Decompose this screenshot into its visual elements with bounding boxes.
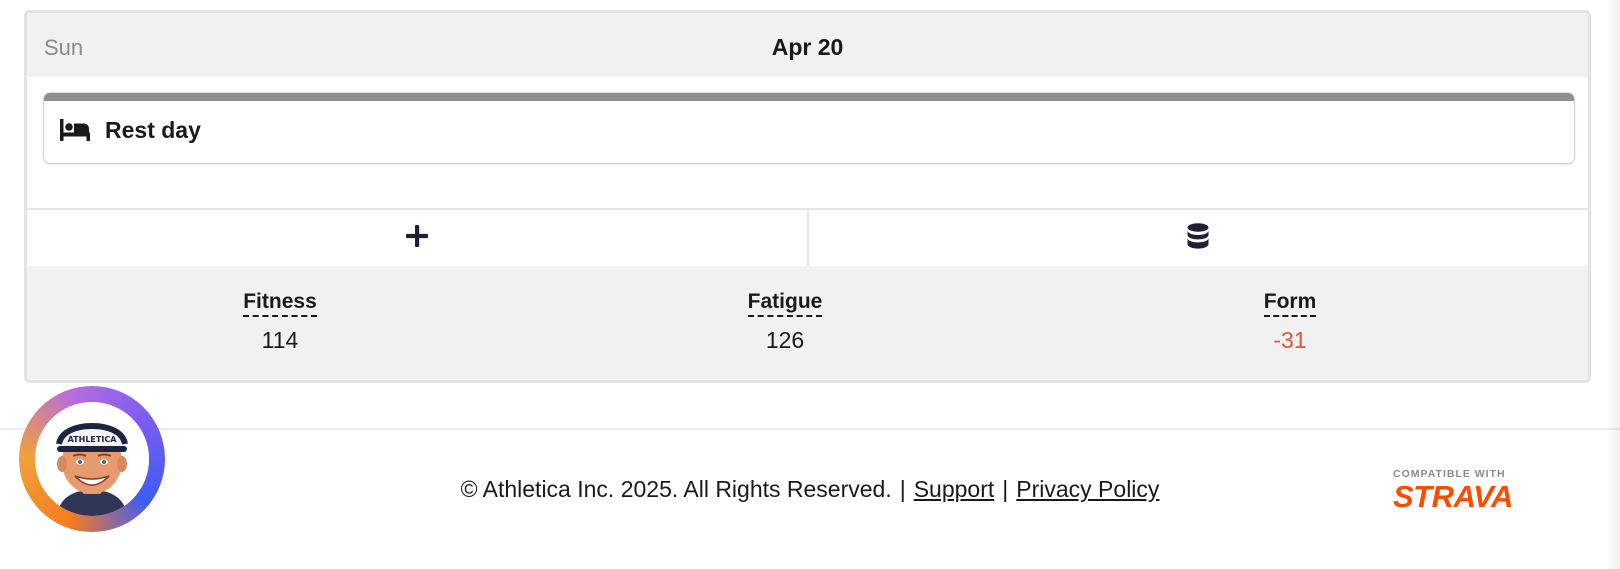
workouts-area: Rest day [27, 77, 1588, 208]
day-card: Sun Apr 20 Rest day Fitness 114 Fatigue … [24, 10, 1591, 383]
day-date: Apr 20 [771, 34, 844, 60]
copyright-text: © Athletica Inc. 2025. All Rights Reserv… [460, 476, 892, 502]
privacy-policy-link[interactable]: Privacy Policy [1016, 476, 1159, 502]
page: Sun Apr 20 Rest day Fitness 114 Fatigue … [0, 0, 1620, 569]
strava-compatible-badge: COMPATIBLE WITH STRAVA [1393, 468, 1521, 518]
rest-day-label: Rest day [105, 117, 201, 143]
footer: © Athletica Inc. 2025. All Rights Reserv… [0, 428, 1620, 569]
strava-logo: STRAVA [1393, 479, 1513, 514]
plus-icon [405, 224, 429, 253]
footer-text: © Athletica Inc. 2025. All Rights Reserv… [0, 476, 1620, 503]
training-metrics: Fitness 114 Fatigue 126 Form -31 [27, 266, 1588, 379]
data-button[interactable] [806, 210, 1589, 266]
metric-fitness-value: 114 [261, 327, 299, 353]
metric-fatigue: Fatigue 126 [685, 290, 885, 354]
metric-fitness: Fitness 114 [180, 290, 380, 354]
add-workout-button[interactable] [27, 210, 807, 266]
metric-form-value: -31 [1273, 327, 1307, 353]
footer-separator: | [1002, 476, 1009, 502]
avatar: ATHLETICA [35, 402, 149, 516]
coach-avatar-button[interactable]: ATHLETICA [19, 386, 165, 532]
rest-day-card[interactable]: Rest day [44, 93, 1574, 163]
metric-form: Form -31 [1190, 290, 1390, 354]
metric-fitness-label[interactable]: Fitness [243, 290, 317, 317]
day-header: Sun Apr 20 [27, 13, 1588, 77]
rest-day-color-bar [44, 93, 1574, 101]
coach-face-icon: ATHLETICA [35, 402, 149, 516]
metric-fatigue-value: 126 [765, 327, 805, 353]
footer-separator: | [899, 476, 906, 502]
page-edge-shadow [1606, 0, 1620, 569]
support-link[interactable]: Support [914, 476, 995, 502]
day-actions [27, 208, 1588, 266]
bed-icon [60, 119, 90, 141]
database-icon [1187, 222, 1209, 254]
metric-fatigue-label[interactable]: Fatigue [747, 290, 823, 317]
metric-form-label[interactable]: Form [1263, 290, 1317, 317]
avatar-cap-logo: ATHLETICA [68, 435, 118, 444]
